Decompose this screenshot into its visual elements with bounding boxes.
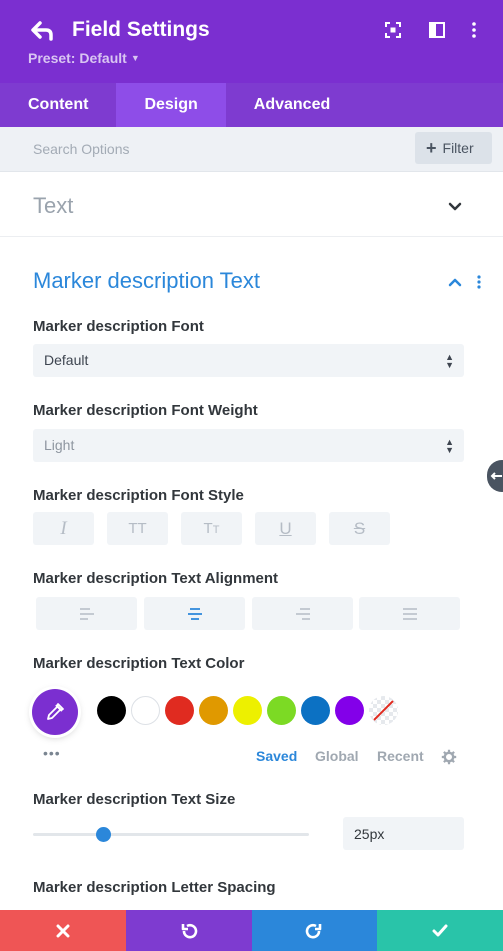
font-weight-label: Marker description Font Weight bbox=[33, 402, 258, 419]
filter-button[interactable]: + Filter bbox=[415, 132, 492, 164]
select-arrows-icon: ▲ ▼ bbox=[445, 351, 454, 370]
no-color-icon bbox=[373, 700, 394, 721]
align-right-icon bbox=[295, 607, 310, 620]
swatch-red[interactable] bbox=[165, 696, 194, 725]
font-select[interactable]: Default ▲ ▼ bbox=[33, 344, 464, 377]
letter-spacing-label: Marker description Letter Spacing bbox=[33, 879, 276, 896]
align-center-button[interactable] bbox=[144, 597, 245, 630]
slider-handle[interactable] bbox=[96, 827, 111, 842]
swatch-green[interactable] bbox=[267, 696, 296, 725]
swatch-orange[interactable] bbox=[199, 696, 228, 725]
undo-icon bbox=[181, 923, 197, 938]
search-input[interactable] bbox=[33, 141, 333, 157]
page-title: Field Settings bbox=[72, 18, 210, 41]
font-weight-value: Light bbox=[44, 437, 75, 453]
color-tab-saved[interactable]: Saved bbox=[256, 748, 297, 764]
text-alignment-label: Marker description Text Alignment bbox=[33, 570, 279, 587]
back-arrow-icon[interactable] bbox=[30, 19, 56, 41]
cancel-button[interactable] bbox=[0, 910, 126, 951]
align-left-icon bbox=[79, 607, 94, 620]
italic-icon: I bbox=[60, 518, 67, 539]
color-tab-recent[interactable]: Recent bbox=[377, 748, 424, 764]
text-size-slider[interactable] bbox=[33, 833, 309, 836]
capitalize-button[interactable]: TT bbox=[181, 512, 242, 545]
align-right-button[interactable] bbox=[252, 597, 353, 630]
font-value: Default bbox=[44, 352, 89, 368]
strikethrough-icon: S bbox=[353, 519, 366, 538]
tab-advanced[interactable]: Advanced bbox=[226, 83, 358, 127]
filter-label: Filter bbox=[442, 140, 474, 156]
underline-button[interactable]: U bbox=[255, 512, 316, 545]
more-options-icon[interactable] bbox=[464, 20, 484, 40]
uppercase-button[interactable]: TT bbox=[107, 512, 168, 545]
chevron-up-icon[interactable] bbox=[448, 277, 462, 287]
text-size-input[interactable] bbox=[343, 817, 464, 850]
font-style-label: Marker description Font Style bbox=[33, 487, 244, 504]
swatch-black[interactable] bbox=[97, 696, 126, 725]
swatch-purple[interactable] bbox=[335, 696, 364, 725]
italic-button[interactable]: I bbox=[33, 512, 94, 545]
search-bar: + Filter bbox=[0, 127, 503, 172]
section-text-label: Text bbox=[33, 193, 74, 218]
align-left-button[interactable] bbox=[36, 597, 137, 630]
underline-icon: U bbox=[279, 519, 292, 538]
sidebar-toggle-icon[interactable] bbox=[427, 20, 447, 40]
save-button[interactable] bbox=[377, 910, 503, 951]
capitalize-icon: TT bbox=[203, 520, 220, 537]
text-color-label: Marker description Text Color bbox=[33, 655, 245, 672]
checkmark-icon bbox=[432, 924, 448, 936]
font-label: Marker description Font bbox=[33, 318, 204, 335]
color-picker-button[interactable] bbox=[32, 689, 78, 735]
align-justify-button[interactable] bbox=[359, 597, 460, 630]
align-center-icon bbox=[187, 607, 202, 620]
eyedropper-icon bbox=[47, 703, 64, 720]
panel-resize-handle[interactable] bbox=[487, 460, 503, 492]
swatch-yellow[interactable] bbox=[233, 696, 262, 725]
plus-icon: + bbox=[426, 138, 437, 158]
close-icon bbox=[56, 924, 70, 937]
settings-tabs: Content Design Advanced bbox=[0, 83, 503, 127]
tab-design[interactable]: Design bbox=[116, 83, 226, 127]
section-marker-text-label[interactable]: Marker description Text bbox=[33, 268, 260, 294]
chevron-down-icon bbox=[448, 202, 462, 211]
redo-button[interactable] bbox=[251, 910, 378, 951]
swatch-white[interactable] bbox=[131, 696, 160, 725]
select-arrows-icon: ▲ ▼ bbox=[445, 436, 454, 455]
preset-label: Preset: Default bbox=[28, 50, 127, 66]
text-size-label: Marker description Text Size bbox=[33, 791, 236, 808]
section-options-icon[interactable] bbox=[472, 274, 486, 290]
color-tab-global[interactable]: Global bbox=[315, 748, 359, 764]
align-justify-icon bbox=[402, 607, 417, 620]
strikethrough-button[interactable]: S bbox=[329, 512, 390, 545]
redo-icon bbox=[306, 923, 322, 938]
swatch-blue[interactable] bbox=[301, 696, 330, 725]
preset-selector[interactable]: Preset: Default ▼ bbox=[28, 50, 140, 66]
undo-button[interactable] bbox=[125, 910, 252, 951]
tab-content[interactable]: Content bbox=[0, 83, 116, 127]
fullscreen-icon[interactable] bbox=[383, 20, 403, 40]
settings-header: Field Settings Preset: Default ▼ bbox=[0, 0, 503, 83]
action-footer bbox=[0, 910, 503, 951]
gear-icon[interactable] bbox=[441, 749, 457, 765]
font-weight-select[interactable]: Light ▲ ▼ bbox=[33, 429, 464, 462]
uppercase-icon: TT bbox=[128, 520, 147, 537]
caret-down-icon: ▼ bbox=[130, 53, 140, 63]
more-swatches-icon[interactable]: ••• bbox=[43, 745, 61, 761]
resize-arrow-icon bbox=[490, 472, 502, 480]
section-text-toggle[interactable]: Text bbox=[0, 173, 503, 237]
swatch-transparent[interactable] bbox=[369, 696, 398, 725]
